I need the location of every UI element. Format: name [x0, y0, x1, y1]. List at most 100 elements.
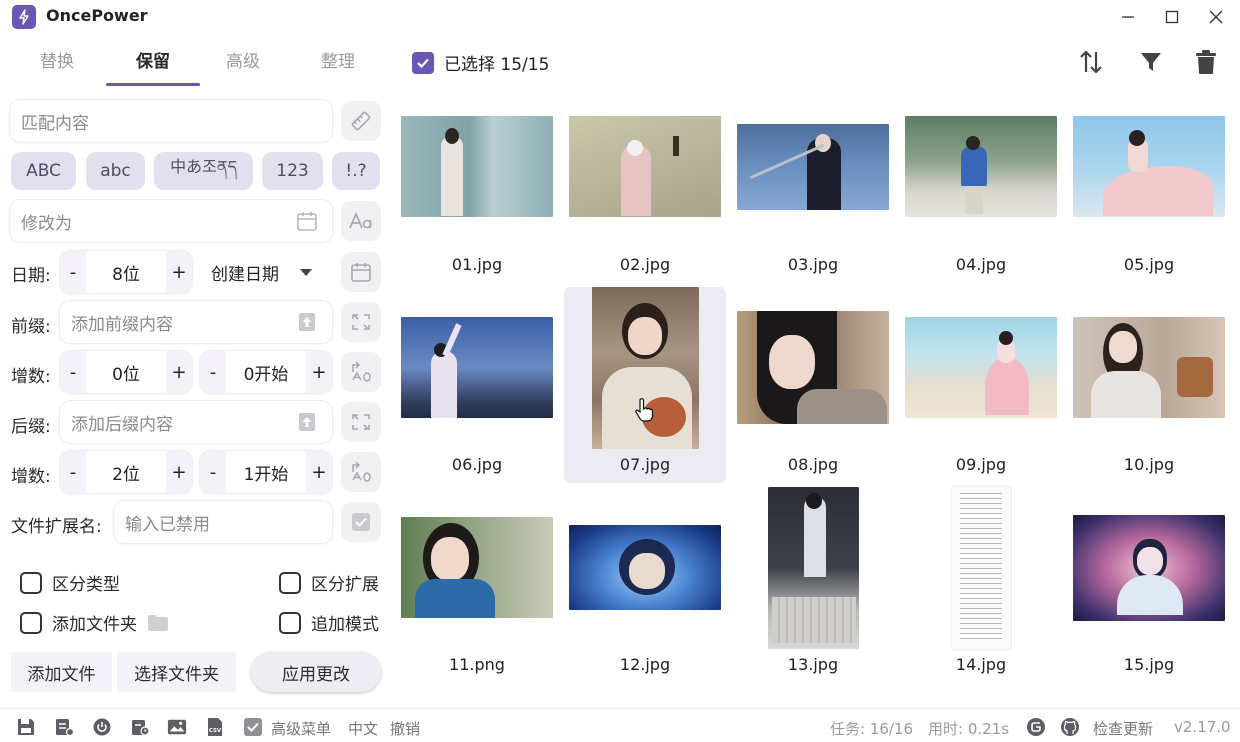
task-count: 任务: 16/16 — [830, 720, 914, 738]
suffix-start-value[interactable]: 1开始 — [226, 451, 306, 493]
chip-lowercase[interactable]: abc — [86, 152, 145, 190]
append-mode-checkbox[interactable]: 追加模式 — [279, 610, 379, 635]
file-item[interactable]: 09.jpg — [900, 287, 1062, 483]
modify-to-input[interactable]: 修改为 — [10, 200, 332, 242]
file-name: 04.jpg — [955, 255, 1007, 274]
ruler-icon[interactable] — [341, 101, 381, 141]
suffix-increment-label: 增数: — [11, 467, 51, 487]
chip-digits[interactable]: 123 — [262, 152, 323, 190]
match-content-input[interactable]: 匹配内容 — [10, 100, 332, 142]
file-item[interactable]: 15.jpg — [1068, 487, 1230, 683]
file-item[interactable]: 03.jpg — [732, 100, 894, 296]
file-item[interactable]: 12.jpg — [564, 487, 726, 683]
app-version: v2.17.0 — [1174, 718, 1231, 736]
thumbnail-image — [401, 517, 553, 618]
suffix-digits-stepper: - 2位 + — [60, 451, 192, 493]
prefix-input[interactable]: 添加前缀内容 — [60, 301, 332, 343]
swap-icon[interactable] — [341, 402, 381, 442]
date-digits-plus-button[interactable]: + — [166, 251, 192, 293]
save-icon[interactable] — [16, 717, 36, 737]
file-name: 06.jpg — [451, 455, 503, 474]
suffix-digits-value[interactable]: 2位 — [86, 451, 166, 493]
upload-icon[interactable] — [298, 312, 316, 337]
suffix-start-minus-button[interactable]: - — [200, 451, 226, 493]
modify-to-placeholder: 修改为 — [21, 213, 72, 234]
github-icon[interactable] — [1060, 717, 1080, 737]
prefix-digits-value[interactable]: 0位 — [86, 351, 166, 393]
prefix-start-value[interactable]: 0开始 — [226, 351, 306, 393]
tab-keep[interactable]: 保留 — [106, 44, 200, 86]
numbering-icon[interactable] — [341, 452, 381, 492]
checkbox-icon[interactable] — [243, 717, 263, 737]
select-folder-button[interactable]: 选择文件夹 — [117, 652, 236, 692]
suffix-digits-minus-button[interactable]: - — [60, 451, 86, 493]
trash-icon[interactable] — [1190, 46, 1222, 78]
undo-button[interactable]: 撤销 — [390, 718, 420, 739]
csv-icon[interactable]: CSV — [205, 717, 225, 737]
chip-uppercase[interactable]: ABC — [11, 152, 76, 190]
checkbox-box[interactable] — [279, 611, 301, 634]
file-item[interactable]: 04.jpg — [900, 100, 1062, 296]
language-switch[interactable]: 中文 — [348, 718, 378, 739]
distinguish-type-checkbox[interactable]: 区分类型 — [20, 570, 120, 595]
minimize-button[interactable] — [1115, 4, 1141, 30]
file-item[interactable]: 01.jpg — [396, 100, 558, 296]
power-icon[interactable] — [92, 717, 112, 737]
checkbox-box[interactable] — [20, 571, 42, 594]
calendar-icon[interactable] — [296, 210, 318, 237]
apply-changes-button[interactable]: 应用更改 — [251, 652, 381, 692]
gitee-icon[interactable] — [1026, 717, 1046, 737]
calendar-icon[interactable] — [341, 252, 381, 292]
close-button[interactable] — [1203, 4, 1229, 30]
tab-organize[interactable]: 整理 — [291, 44, 385, 86]
checked-icon[interactable] — [412, 51, 434, 74]
thumbnail-image — [905, 116, 1057, 217]
chip-symbols[interactable]: !.? — [332, 152, 380, 190]
maximize-button[interactable] — [1159, 4, 1185, 30]
select-all-checkbox[interactable]: 已选择 15/15 — [412, 50, 549, 75]
checkbox-box[interactable] — [20, 611, 42, 634]
font-case-icon[interactable] — [341, 201, 381, 241]
numbering-icon[interactable] — [341, 352, 381, 392]
suffix-input[interactable]: 添加后缀内容 — [60, 401, 332, 443]
thumbnail-image — [952, 487, 1011, 649]
date-digits-value[interactable]: 8位 — [86, 251, 166, 293]
tab-replace[interactable]: 替换 — [10, 44, 104, 86]
check-update-link[interactable]: 检查更新 — [1093, 718, 1153, 739]
schedule-icon[interactable] — [130, 717, 150, 737]
thumbnail-image — [768, 487, 859, 649]
distinguish-ext-checkbox[interactable]: 区分扩展 — [279, 570, 379, 595]
suffix-start-plus-button[interactable]: + — [306, 451, 332, 493]
checkbox-icon[interactable] — [341, 502, 381, 542]
log-icon[interactable] — [54, 717, 74, 737]
extension-input[interactable]: 输入已禁用 — [114, 501, 332, 543]
file-item[interactable]: 06.jpg — [396, 287, 558, 483]
file-item[interactable]: 08.jpg — [732, 287, 894, 483]
tab-advanced[interactable]: 高级 — [196, 44, 290, 86]
sort-icon[interactable] — [1075, 46, 1107, 78]
file-item[interactable]: 11.png — [396, 487, 558, 683]
advanced-menu-toggle[interactable]: 高级菜单 — [271, 718, 331, 739]
upload-icon[interactable] — [298, 412, 316, 437]
file-item[interactable]: 05.jpg — [1068, 100, 1230, 296]
prefix-start-plus-button[interactable]: + — [306, 351, 332, 393]
prefix-start-minus-button[interactable]: - — [200, 351, 226, 393]
date-type-select[interactable]: 创建日期 — [200, 251, 330, 293]
filter-icon[interactable] — [1135, 46, 1167, 78]
prefix-digits-plus-button[interactable]: + — [166, 351, 192, 393]
file-item[interactable]: 14.jpg — [900, 487, 1062, 683]
file-item[interactable]: 10.jpg — [1068, 287, 1230, 483]
prefix-digits-minus-button[interactable]: - — [60, 351, 86, 393]
suffix-digits-plus-button[interactable]: + — [166, 451, 192, 493]
image-icon[interactable] — [167, 717, 187, 737]
add-folder-checkbox[interactable]: 添加文件夹 — [20, 610, 169, 635]
file-item[interactable]: 13.jpg — [732, 487, 894, 683]
file-item[interactable]: 07.jpg — [564, 287, 726, 483]
date-digits-minus-button[interactable]: - — [60, 251, 86, 293]
swap-icon[interactable] — [341, 302, 381, 342]
chip-cjk[interactable]: 中あ조ནད — [154, 152, 253, 190]
file-name: 08.jpg — [787, 455, 839, 474]
checkbox-box[interactable] — [279, 571, 301, 594]
file-item[interactable]: 02.jpg — [564, 100, 726, 296]
add-files-button[interactable]: 添加文件 — [11, 652, 112, 692]
